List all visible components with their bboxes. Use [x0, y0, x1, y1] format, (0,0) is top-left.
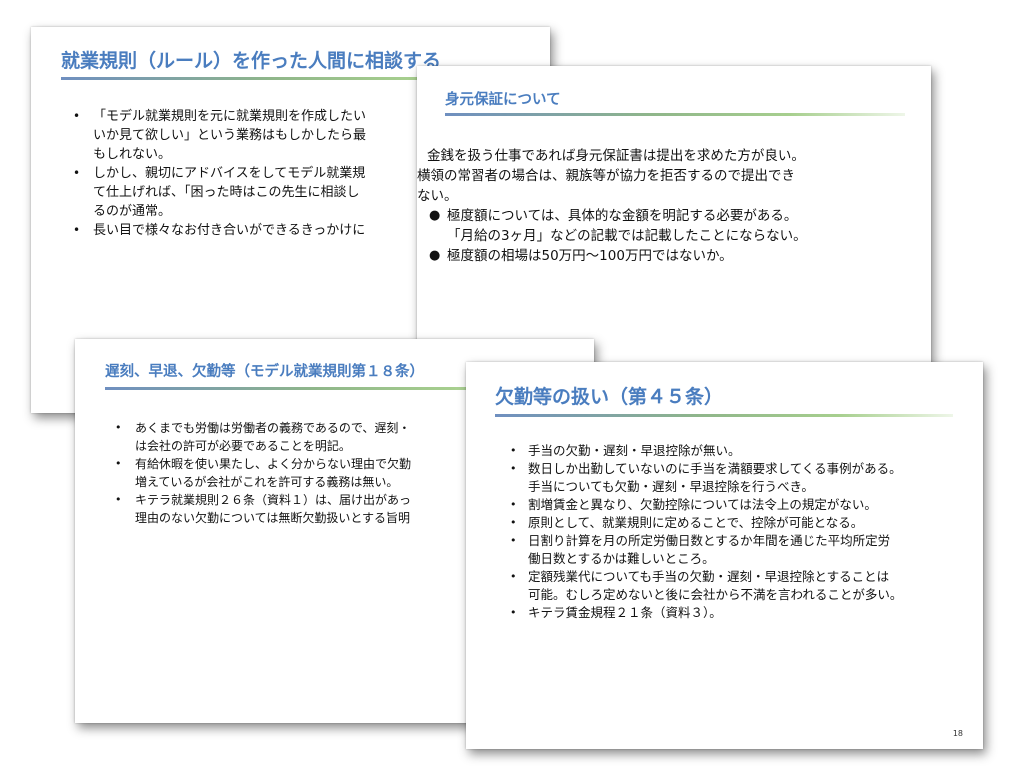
- list-item-line: 働日数とするかは難しいところ。: [528, 551, 715, 566]
- list-item-line: 手当の欠勤・遅刻・早退控除が無い。: [528, 443, 741, 458]
- list-item-line: 日割り計算を月の所定労働日数とするか年間を通じた平均所定労: [528, 533, 891, 548]
- list-item: • 手当の欠勤・遅刻・早退控除が無い。: [510, 442, 902, 460]
- list-item-line: 定額残業代についても手当の欠勤・遅刻・早退控除とすることは: [528, 569, 890, 584]
- bullet-icon: •: [510, 444, 517, 457]
- title-divider: [445, 113, 905, 116]
- list-item: • キテラ賃金規程２１条（資料３）。: [510, 604, 902, 622]
- bullet-list: ●金銭を扱う仕事であれば身元保証書は提出を求めた方が良い。●横領の常習者の場合は…: [417, 146, 807, 266]
- list-item-line: るのが通常。: [93, 204, 172, 219]
- list-item-line: 「月給の3ヶ月」などの記載では記載したことにならない。: [447, 228, 807, 244]
- list-item: • 原則として、就業規則に定めることで、控除が可能となる。: [510, 514, 902, 532]
- bullet-list: • あくまでも労働は労働者の義務であるので、遅刻・ は会社の許可が必要であることを明…: [115, 419, 412, 527]
- list-item-line: 金銭を扱う仕事であれば身元保証書は提出を求めた方が良い。: [427, 148, 805, 164]
- list-item-line: 増えているが会社がこれを許可する義務は無い。: [135, 475, 399, 489]
- list-item-line: 可能。むしろ定めないと後に会社から不満を言われることが多い。: [528, 587, 903, 602]
- list-item-line: 横領の常習者の場合は、親族等が協力を拒否するので提出でき: [417, 168, 795, 184]
- list-item: • 数日しか出勤していないのに手当を満額要求してくる事例がある。 手当についても欠勤…: [510, 460, 902, 496]
- list-item: • 長い目で様々なお付き合いができるきっかけに: [73, 221, 366, 240]
- list-item-line: キテラ就業規則２６条（資料１）は、届け出があっ: [135, 493, 412, 507]
- bullet-list: • 「モデル就業規則を元に就業規則を作成したい いか見て欲しい」という業務はもしかし…: [73, 107, 367, 240]
- slide-absence-handling: 欠勤等の扱い（第４５条） • 手当の欠勤・遅刻・早退控除が無い。 • 数日しか出勤して…: [466, 362, 983, 749]
- bullet-icon: •: [73, 109, 81, 123]
- list-item-line: いか見て欲しい」という業務はもしかしたら最: [93, 128, 367, 143]
- bullet-list: • 手当の欠勤・遅刻・早退控除が無い。 • 数日しか出勤していないのに手当を満額要求し…: [510, 442, 903, 622]
- list-item-line: 理由のない欠勤については無断欠勤扱いとする旨明: [135, 511, 411, 525]
- bullet-icon: •: [115, 421, 122, 434]
- bullet-icon: •: [510, 516, 517, 529]
- list-item: • 定額残業代についても手当の欠勤・遅刻・早退控除とすることは 可能。むしろ定めない…: [510, 568, 903, 604]
- list-item: ● 極度額の相場は50万円～100万円ではないか。: [429, 246, 807, 266]
- bullet-icon: •: [510, 570, 517, 583]
- list-item: ●横領の常習者の場合は、親族等が協力を拒否するので提出できない。: [417, 166, 807, 206]
- list-item-line: は会社の許可が必要であることを明記。: [135, 439, 351, 453]
- list-item-line: 極度額の相場は50万円～100万円ではないか。: [447, 248, 733, 264]
- list-item-line: キテラ賃金規程２１条（資料３）。: [528, 605, 722, 620]
- bullet-icon: •: [73, 223, 81, 237]
- list-item-line: しかし、親切にアドバイスをしてモデル就業規: [93, 166, 366, 181]
- list-item: • 日割り計算を月の所定労働日数とするか年間を通じた平均所定労 働日数とするかは難し…: [510, 532, 902, 568]
- list-item-line: 割増賃金と異なり、欠勤控除については法令上の規定がない。: [528, 497, 877, 512]
- bullet-icon: •: [510, 498, 517, 511]
- list-item-line: 原則として、就業規則に定めることで、控除が可能となる。: [528, 515, 864, 530]
- page-number: 18: [952, 729, 963, 738]
- list-item-line: 極度額については、具体的な金額を明記する必要がある。: [447, 208, 798, 224]
- bullet-icon: •: [510, 606, 517, 619]
- bullet-icon: •: [115, 457, 122, 470]
- bullet-icon: •: [115, 493, 122, 506]
- list-item-line: もしれない。: [93, 147, 172, 162]
- slide-title: 欠勤等の扱い（第４５条）: [495, 386, 724, 408]
- list-item-line: ない。: [417, 188, 458, 204]
- list-item: ●金銭を扱う仕事であれば身元保証書は提出を求めた方が良い。: [427, 146, 807, 166]
- list-item: • キテラ就業規則２６条（資料１）は、届け出があっ 理由のない欠勤については無断欠勤…: [115, 491, 412, 527]
- list-item-line: 「モデル就業規則を元に就業規則を作成したい: [93, 109, 367, 124]
- list-item: • 「モデル就業規則を元に就業規則を作成したい いか見て欲しい」という業務はもしかし…: [73, 107, 367, 164]
- list-item: • あくまでも労働は労働者の義務であるので、遅刻・ は会社の許可が必要であることを明…: [115, 419, 411, 455]
- list-item: ● 極度額については、具体的な金額を明記する必要がある。 「月給の3ヶ月」などの記載…: [429, 206, 807, 246]
- slide-title: 就業規則（ルール）を作った人間に相談する: [61, 50, 442, 72]
- bullet-icon: •: [510, 534, 517, 547]
- bullet-icon: •: [73, 166, 81, 180]
- list-item-line: て仕上げれば、「困った時はこの先生に相談し: [93, 185, 360, 200]
- slide-title: 遅刻、早退、欠勤等（モデル就業規則第１８条）: [105, 364, 424, 380]
- list-item-line: 数日しか出勤していないのに手当を満額要求してくる事例がある。: [528, 461, 902, 476]
- list-item: • しかし、親切にアドバイスをしてモデル就業規 て仕上げれば、「困った時はこの先生に…: [73, 164, 366, 221]
- slide-title: 身元保証について: [445, 92, 561, 108]
- list-item-line: 長い目で様々なお付き合いができるきっかけに: [93, 223, 366, 238]
- bullet-icon: •: [510, 462, 517, 475]
- slide-identity-guarantee: 身元保証について ●金銭を扱う仕事であれば身元保証書は提出を求めた方が良い。●横…: [417, 66, 931, 385]
- list-item-line: 有給休暇を使い果たし、よく分からない理由で欠勤: [135, 457, 412, 471]
- bullet-icon: ●: [429, 208, 441, 223]
- list-item: • 割増賃金と異なり、欠勤控除については法令上の規定がない。: [510, 496, 902, 514]
- list-item: • 有給休暇を使い果たし、よく分からない理由で欠勤 増えているが会社がこれを許可する…: [115, 455, 412, 491]
- list-item-line: 手当についても欠勤・遅刻・早退控除を行うべき。: [528, 479, 814, 494]
- list-item-line: あくまでも労働は労働者の義務であるので、遅刻・: [135, 421, 411, 435]
- title-divider: [495, 414, 953, 417]
- bullet-icon: ●: [429, 248, 441, 263]
